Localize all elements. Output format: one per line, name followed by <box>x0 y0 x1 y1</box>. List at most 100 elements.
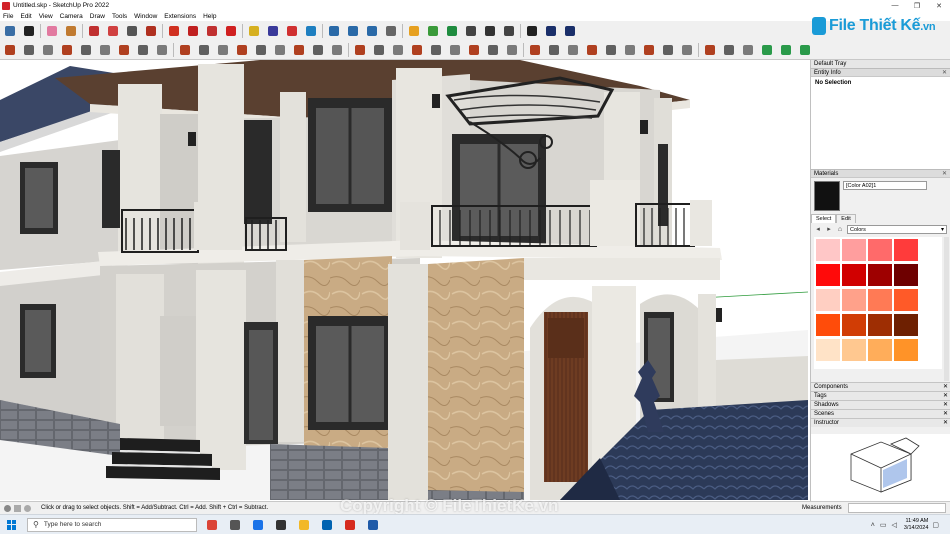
panel-tags[interactable]: Tags ✕ <box>811 391 950 400</box>
taskbar-mail[interactable] <box>318 517 336 533</box>
back-arrow-icon[interactable]: ◂ <box>814 226 822 234</box>
shape-button[interactable] <box>679 42 695 58</box>
shape-button[interactable] <box>78 42 94 58</box>
shape-button[interactable] <box>721 42 737 58</box>
menu-edit[interactable]: Edit <box>20 13 31 20</box>
shape-button[interactable] <box>215 42 231 58</box>
color-swatch[interactable] <box>868 289 892 311</box>
menu-draw[interactable]: Draw <box>90 13 105 20</box>
model-viewport[interactable] <box>0 60 808 500</box>
current-material-swatch[interactable] <box>814 181 840 211</box>
shape-button[interactable] <box>622 42 638 58</box>
color-swatch[interactable] <box>816 264 840 286</box>
shape-button[interactable] <box>21 42 37 58</box>
paint-bucket-button[interactable] <box>63 23 79 39</box>
panel-scenes[interactable]: Scenes ✕ <box>811 409 950 418</box>
library-select[interactable]: Colors <box>847 225 947 234</box>
shape-button[interactable] <box>797 42 813 58</box>
shape-button[interactable] <box>390 42 406 58</box>
panel-close-icon[interactable]: ✕ <box>943 392 948 400</box>
shape-button[interactable] <box>641 42 657 58</box>
shape-button[interactable] <box>409 42 425 58</box>
menu-file[interactable]: File <box>3 13 13 20</box>
shape-button[interactable] <box>702 42 718 58</box>
color-swatch[interactable] <box>894 289 918 311</box>
zoom-button[interactable] <box>345 23 361 39</box>
shape-button[interactable] <box>116 42 132 58</box>
upload-button[interactable] <box>482 23 498 39</box>
shape-button[interactable] <box>466 42 482 58</box>
home-icon[interactable]: ⌂ <box>836 226 844 234</box>
panel-close-icon[interactable]: ✕ <box>942 170 947 177</box>
pencil-button[interactable] <box>86 23 102 39</box>
panel-shadows[interactable]: Shadows ✕ <box>811 400 950 409</box>
tree-button[interactable] <box>444 23 460 39</box>
taskbar-search[interactable]: ⚲ Type here to search <box>27 517 197 532</box>
shape-button[interactable] <box>428 42 444 58</box>
shape-button[interactable] <box>527 42 543 58</box>
color-swatch[interactable] <box>816 314 840 336</box>
color-swatch[interactable] <box>894 264 918 286</box>
close-button[interactable]: ✕ <box>928 0 950 11</box>
color-swatch[interactable] <box>894 314 918 336</box>
help-icon[interactable] <box>24 504 31 512</box>
taskbar-sketchup[interactable] <box>364 517 382 533</box>
shape-button[interactable] <box>310 42 326 58</box>
maximize-button[interactable]: ❐ <box>906 0 928 11</box>
menu-extensions[interactable]: Extensions <box>164 13 196 20</box>
shape-button[interactable] <box>177 42 193 58</box>
settings-button[interactable] <box>501 23 517 39</box>
shape-button[interactable] <box>154 42 170 58</box>
color-swatch[interactable] <box>816 289 840 311</box>
panel-close-icon[interactable]: ✕ <box>943 383 948 391</box>
measurements-input[interactable] <box>848 503 946 513</box>
shape-button[interactable] <box>660 42 676 58</box>
color-swatch[interactable] <box>868 239 892 261</box>
shape-button[interactable] <box>447 42 463 58</box>
rotate-button[interactable] <box>185 23 201 39</box>
network-icon[interactable]: ▭ <box>880 521 887 529</box>
shape-button[interactable] <box>234 42 250 58</box>
shape-button[interactable] <box>135 42 151 58</box>
forward-arrow-icon[interactable]: ▸ <box>825 226 833 234</box>
taskbar-browser[interactable] <box>249 517 267 533</box>
windows-start-icon[interactable] <box>7 519 17 530</box>
extension-button[interactable] <box>425 23 441 39</box>
materials-header[interactable]: Materials ✕ <box>811 169 950 178</box>
move-button[interactable] <box>166 23 182 39</box>
chevron-up-icon[interactable]: ˄ <box>871 522 875 529</box>
mail-button[interactable] <box>524 23 540 39</box>
volume-icon[interactable]: ◁ <box>892 521 897 529</box>
panel-close-icon[interactable]: ✕ <box>943 401 948 409</box>
color-swatch[interactable] <box>868 264 892 286</box>
credits-icon[interactable] <box>14 504 21 512</box>
text-button[interactable] <box>265 23 281 39</box>
account-button[interactable] <box>562 23 578 39</box>
shape-button[interactable] <box>759 42 775 58</box>
minimize-button[interactable]: — <box>884 0 906 11</box>
color-swatch[interactable] <box>868 314 892 336</box>
shape-button[interactable] <box>253 42 269 58</box>
palette-scrollbar[interactable] <box>944 237 949 381</box>
shape-button[interactable] <box>584 42 600 58</box>
color-swatch[interactable] <box>842 264 866 286</box>
material-name-field[interactable]: [Color A02]1 <box>843 181 927 190</box>
shape-button[interactable] <box>352 42 368 58</box>
shape-button[interactable] <box>740 42 756 58</box>
shape-button[interactable] <box>272 42 288 58</box>
shape-button[interactable] <box>485 42 501 58</box>
panel-close-icon[interactable]: ✕ <box>942 69 947 76</box>
shape-button[interactable] <box>371 42 387 58</box>
shape-button[interactable] <box>546 42 562 58</box>
shape-button[interactable] <box>565 42 581 58</box>
warehouse-button[interactable] <box>406 23 422 39</box>
shape-button[interactable] <box>2 42 18 58</box>
push-pull-button[interactable] <box>143 23 159 39</box>
taskbar-file-explorer[interactable] <box>295 517 313 533</box>
panel-components[interactable]: Components ✕ <box>811 382 950 391</box>
color-swatch[interactable] <box>842 314 866 336</box>
shape-button[interactable] <box>59 42 75 58</box>
taskbar-acrobat[interactable] <box>341 517 359 533</box>
system-clock[interactable]: 11:49 AM 3/14/2024 <box>904 518 928 532</box>
tab-edit[interactable]: Edit <box>836 214 856 223</box>
